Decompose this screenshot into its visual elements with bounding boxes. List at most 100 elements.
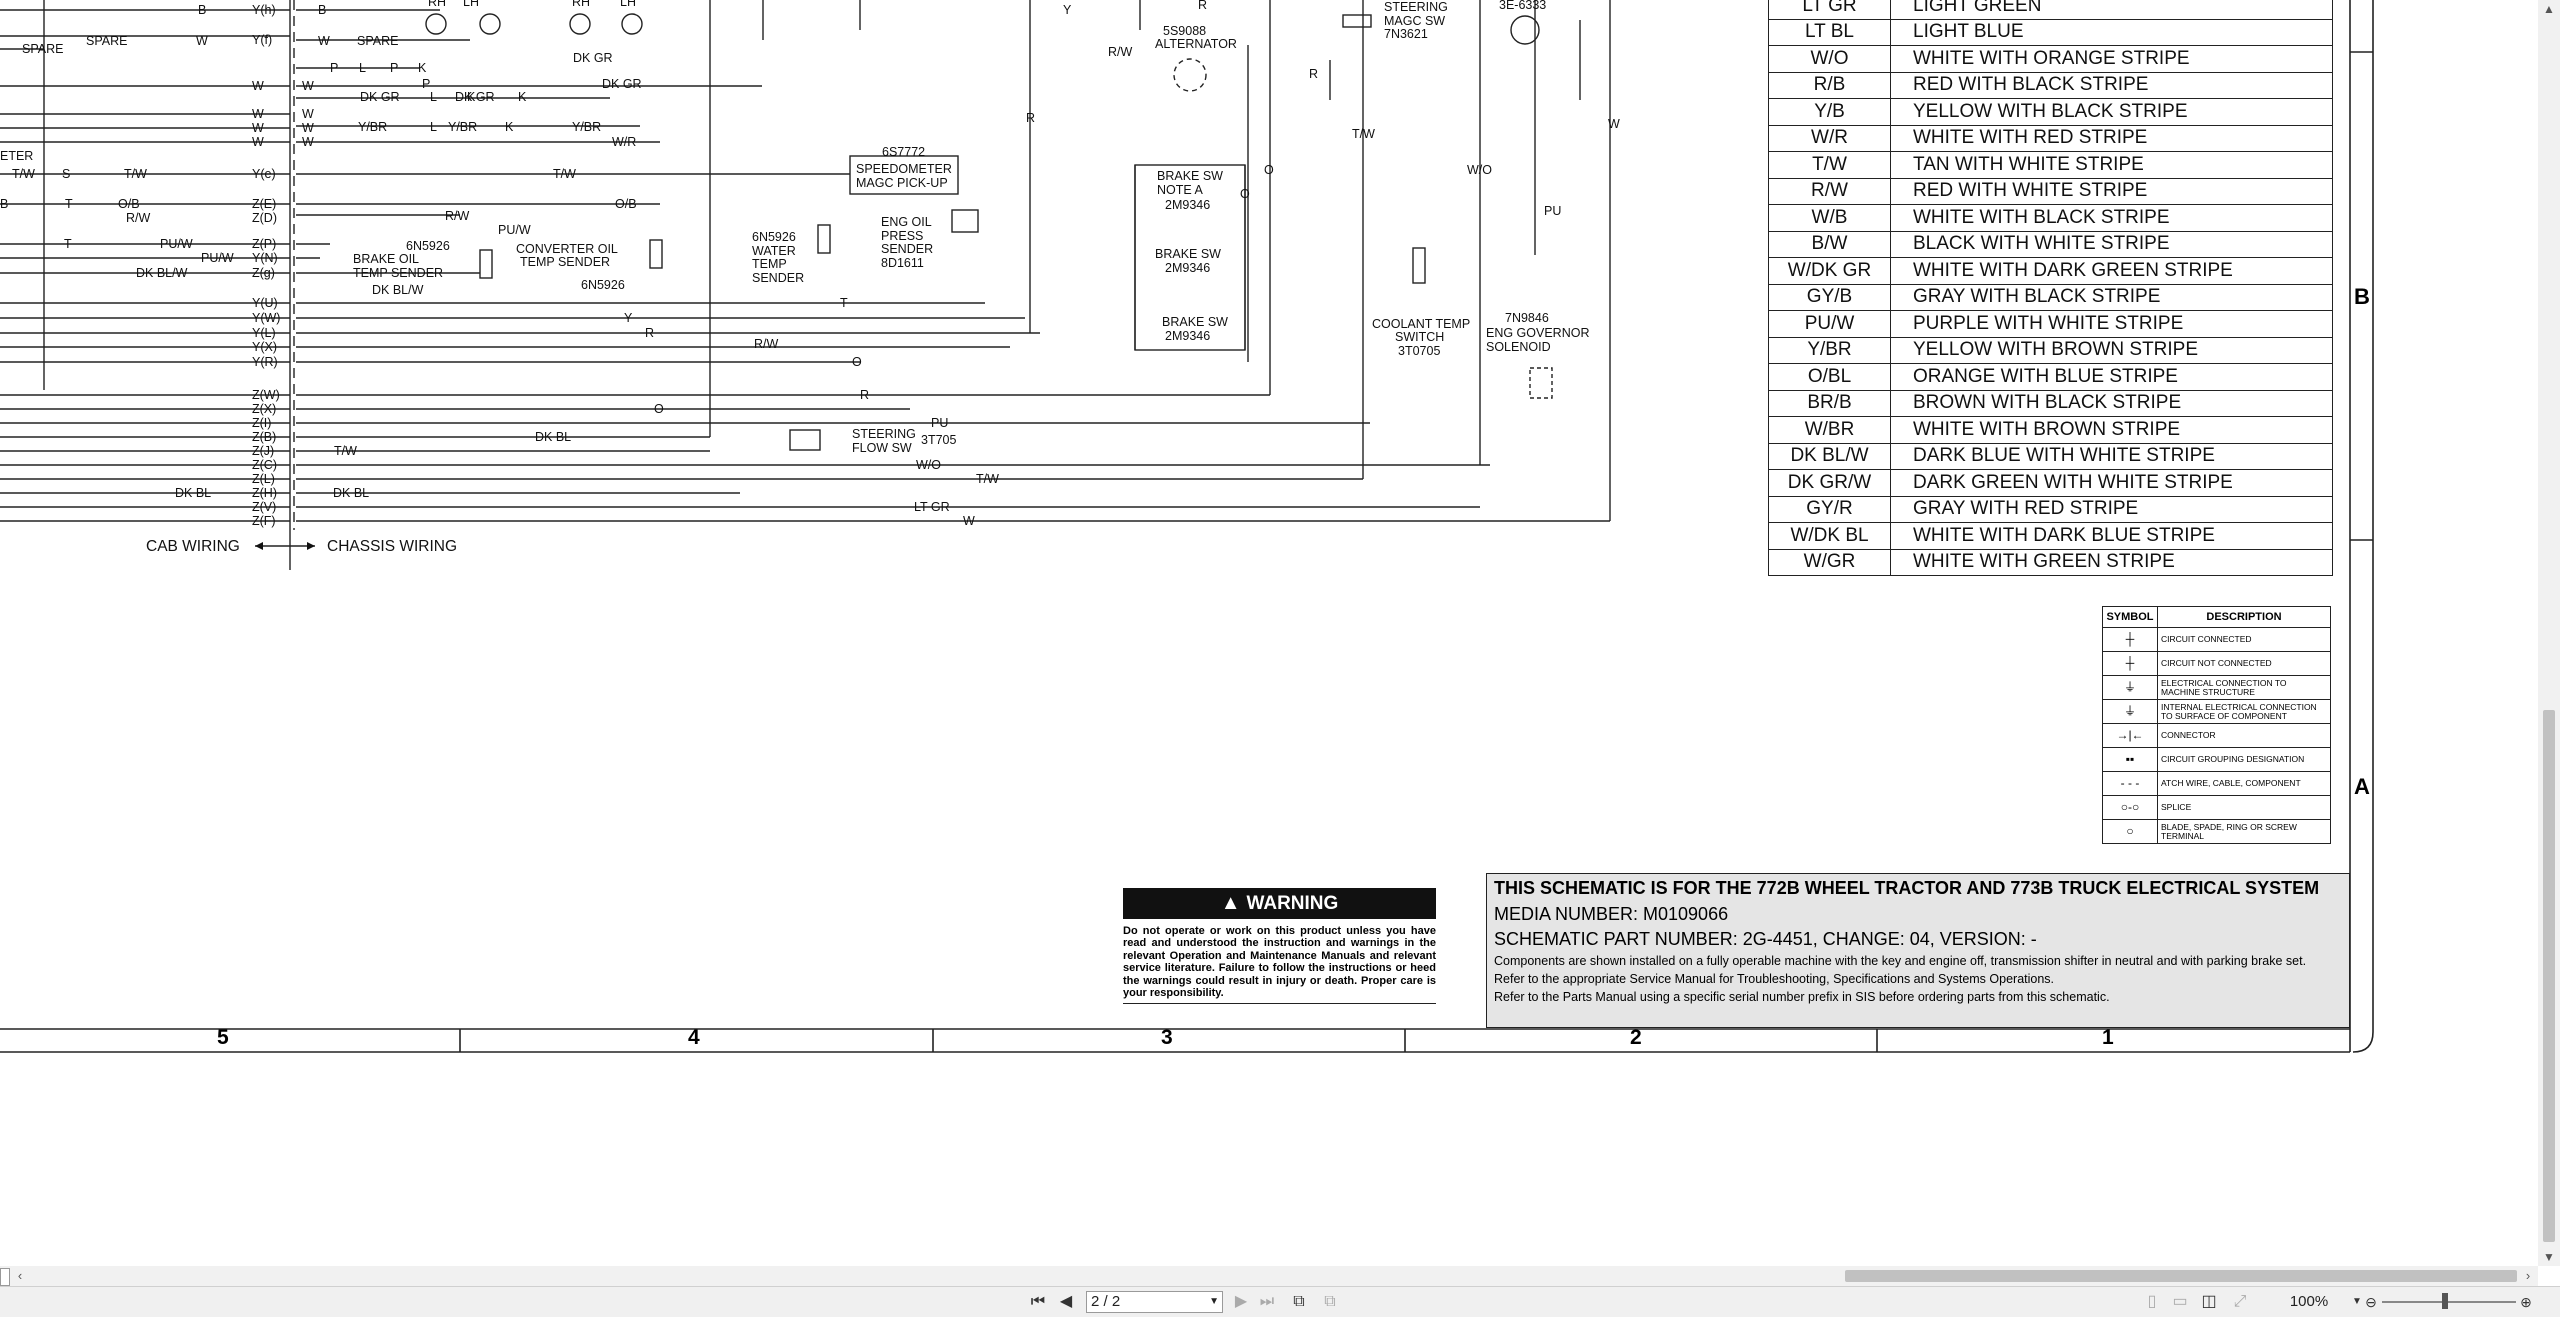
wire-label: P bbox=[330, 61, 338, 75]
component-label: 7N3621 bbox=[1384, 27, 1428, 41]
color-row: W/DK GR WHITE WITH DARK GREEN STRIPE bbox=[1768, 257, 2333, 285]
page-number-value: 2 / 2 bbox=[1091, 1293, 1121, 1310]
wire-label: W bbox=[302, 135, 314, 149]
symbol-description: CIRCUIT GROUPING DESIGNATION bbox=[2157, 747, 2331, 772]
horizontal-scrollbar[interactable]: ‹ › bbox=[0, 1266, 2538, 1286]
wire-label: R/W bbox=[126, 211, 151, 225]
component-label: BRAKE SW bbox=[1157, 169, 1223, 183]
component-label: TEMP SENDER bbox=[353, 266, 443, 280]
wire-label: SPARE bbox=[357, 34, 398, 48]
wire-label: O bbox=[1240, 187, 1250, 201]
symbol-row: ○-○ SPLICE bbox=[2102, 795, 2331, 820]
last-page-icon[interactable]: ⏭ bbox=[1256, 1291, 1278, 1313]
connector-pin: Z(H) bbox=[252, 486, 277, 500]
connector-pin: Y(e) bbox=[252, 167, 276, 181]
color-code: DK BL/W bbox=[1768, 442, 1891, 470]
color-row: W/R WHITE WITH RED STRIPE bbox=[1768, 124, 2333, 152]
scroll-up-icon[interactable]: ▲ bbox=[2538, 0, 2560, 18]
connector-pin: Z(I) bbox=[252, 416, 271, 430]
wire-label: K bbox=[418, 61, 427, 75]
media-number: MEDIA NUMBER: M0109066 bbox=[1494, 904, 1729, 924]
color-description: RED WITH WHITE STRIPE bbox=[1890, 177, 2333, 205]
color-row: W/BR WHITE WITH BROWN STRIPE bbox=[1768, 416, 2333, 444]
component-label: 3E-6333 bbox=[1499, 0, 1546, 12]
wire-label: R/W bbox=[1108, 45, 1133, 59]
title-note: Components are shown installed on a full… bbox=[1494, 954, 2307, 968]
wire-label: S bbox=[62, 167, 70, 181]
scroll-left-icon[interactable]: ‹ bbox=[12, 1266, 28, 1286]
zoom-slider-thumb[interactable] bbox=[2441, 1293, 2448, 1309]
color-description: WHITE WITH DARK GREEN STRIPE bbox=[1890, 257, 2333, 285]
zone-number: 2 bbox=[1630, 1026, 1642, 1049]
zoom-in-icon[interactable]: ⊕ bbox=[2518, 1291, 2534, 1313]
connector-pin: Z(P) bbox=[252, 237, 276, 251]
component-label: SWITCH bbox=[1395, 330, 1444, 344]
previous-page-icon[interactable]: ◀ bbox=[1056, 1291, 1076, 1313]
wire-label: B bbox=[198, 3, 206, 17]
page-copy-icon[interactable]: ⧉ bbox=[1318, 1291, 1342, 1313]
continuous-view-icon[interactable]: ▭ bbox=[2170, 1291, 2190, 1313]
component-label: STEERING bbox=[1384, 0, 1448, 14]
color-row: DK GR/W DARK GREEN WITH WHITE STRIPE bbox=[1768, 469, 2333, 497]
wire-label: ETER bbox=[0, 149, 33, 163]
fit-width-icon[interactable]: ⤢ bbox=[2230, 1291, 2250, 1313]
chevron-down-icon[interactable]: ▼ bbox=[1209, 1292, 1219, 1312]
symbol-description: BLADE, SPADE, RING OR SCREW TERMINAL bbox=[2157, 819, 2331, 844]
color-row: W/O WHITE WITH ORANGE STRIPE bbox=[1768, 45, 2333, 73]
vertical-scrollbar[interactable]: ▲ ▼ bbox=[2538, 0, 2560, 1266]
wire-label: W/O bbox=[1467, 163, 1492, 177]
connector-pin: W bbox=[252, 135, 264, 149]
wire-label: Y/BR bbox=[448, 120, 477, 134]
wire-label: T/W bbox=[553, 167, 576, 181]
color-description: WHITE WITH BLACK STRIPE bbox=[1890, 204, 2333, 232]
wire-label: DK BL/W bbox=[372, 283, 424, 297]
title-note: Refer to the Parts Manual using a specif… bbox=[1494, 990, 2110, 1004]
color-row: R/B RED WITH BLACK STRIPE bbox=[1768, 71, 2333, 99]
cab-wiring-label: CAB WIRING bbox=[146, 538, 240, 555]
wire-label: O bbox=[654, 402, 664, 416]
vertical-scroll-thumb[interactable] bbox=[2543, 710, 2555, 1242]
first-page-icon[interactable]: ⏮ bbox=[1028, 1291, 1048, 1313]
scroll-down-icon[interactable]: ▼ bbox=[2538, 1248, 2560, 1266]
color-row: W/GR WHITE WITH GREEN STRIPE bbox=[1768, 548, 2333, 576]
color-code: W/DK BL bbox=[1768, 522, 1891, 550]
next-page-icon[interactable]: ▶ bbox=[1232, 1291, 1250, 1313]
component-label: 6N5926 bbox=[406, 239, 450, 253]
component-label: MAGC SW bbox=[1384, 14, 1445, 28]
wire-label: L bbox=[430, 120, 437, 134]
wire-label: T/W bbox=[124, 167, 147, 181]
color-code: LT BL bbox=[1768, 18, 1891, 46]
wire-label: DK BL bbox=[333, 486, 369, 500]
page-number-field[interactable]: 2 / 2 ▼ bbox=[1086, 1291, 1223, 1313]
zoom-level[interactable]: 100% bbox=[2285, 1291, 2333, 1313]
chassis-wiring-label: CHASSIS WIRING bbox=[327, 538, 457, 555]
scroll-right-icon[interactable]: › bbox=[2520, 1266, 2536, 1286]
single-page-view-icon[interactable]: ▯ bbox=[2142, 1291, 2162, 1313]
facing-view-icon[interactable]: ◫ bbox=[2198, 1291, 2220, 1313]
rotate-page-icon[interactable]: ⧉ bbox=[1287, 1291, 1311, 1313]
connector-pin: W bbox=[252, 107, 264, 121]
wire-label: PU/W bbox=[498, 223, 531, 237]
component-label: 8D1611 bbox=[881, 256, 924, 270]
color-description: LIGHT GREEN bbox=[1890, 0, 2333, 20]
horizontal-scroll-thumb[interactable] bbox=[1845, 1270, 2517, 1282]
wire-label: R bbox=[1198, 0, 1207, 12]
connector-pin: Y(f) bbox=[252, 33, 272, 47]
component-label: COOLANT TEMP bbox=[1372, 317, 1470, 331]
splice-icon: ○-○ bbox=[2102, 795, 2158, 820]
component-label: ALTERNATOR bbox=[1155, 37, 1237, 51]
color-row: PU/W PURPLE WITH WHITE STRIPE bbox=[1768, 310, 2333, 338]
zoom-slider[interactable] bbox=[2382, 1301, 2516, 1303]
zoom-out-icon[interactable]: ⊖ bbox=[2363, 1291, 2379, 1313]
color-row: GY/B GRAY WITH BLACK STRIPE bbox=[1768, 283, 2333, 311]
color-code: BR/B bbox=[1768, 389, 1891, 417]
color-description: PURPLE WITH WHITE STRIPE bbox=[1890, 310, 2333, 338]
zoom-dropdown-icon[interactable]: ▼ bbox=[2352, 1291, 2362, 1313]
wire-label: O bbox=[1264, 163, 1274, 177]
connector-pin: Z(B) bbox=[252, 430, 276, 444]
symbol-description: INTERNAL ELECTRICAL CONNECTION TO SURFAC… bbox=[2157, 699, 2331, 724]
circuit-connected-icon: ┼ bbox=[2102, 627, 2158, 652]
color-description: DARK GREEN WITH WHITE STRIPE bbox=[1890, 469, 2333, 497]
wire-label: P bbox=[390, 61, 398, 75]
connector-pin: Z(E) bbox=[252, 197, 276, 211]
